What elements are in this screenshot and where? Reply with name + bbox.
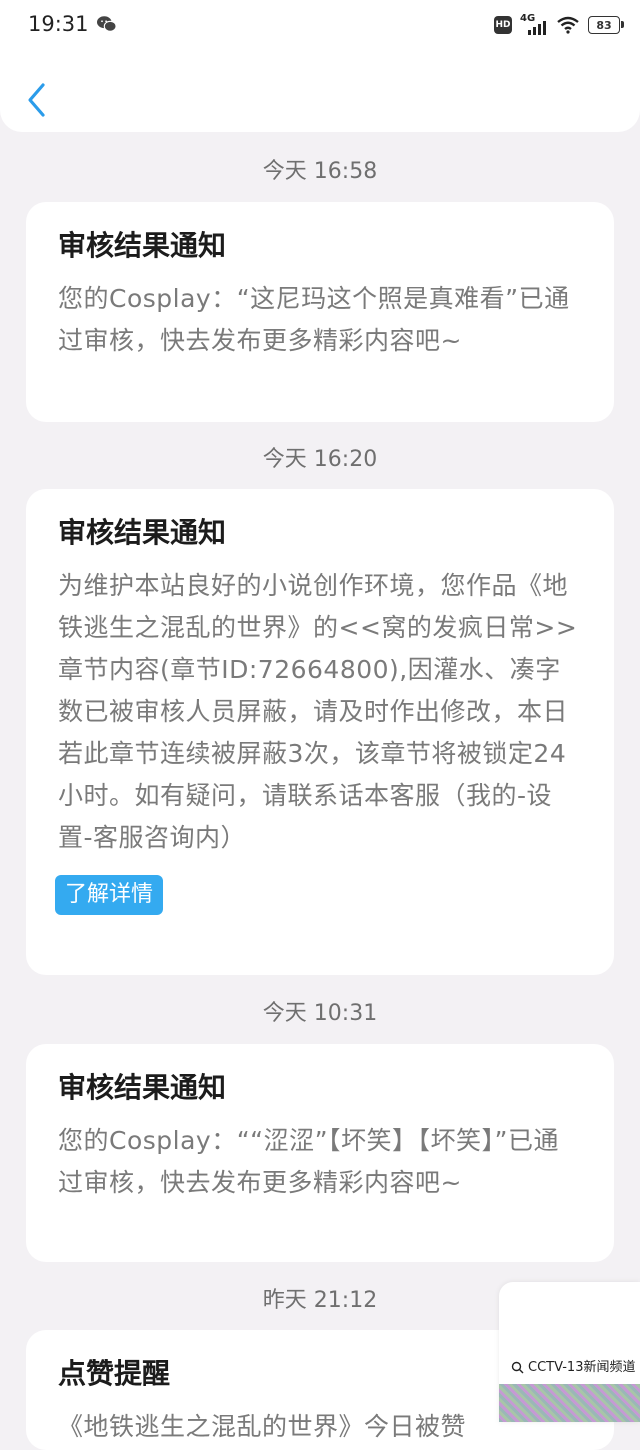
hd-icon: HD [494,16,512,34]
status-time: 19:31 [28,12,89,36]
notification-card[interactable]: 审核结果通知 您的Cosplay：““涩涩”【坏笑】【坏笑】”已通过审核，快去发… [26,1044,614,1262]
notification-body: 您的Cosplay：“这尼玛这个照是真难看”已通过审核，快去发布更多精彩内容吧~ [58,284,570,355]
nav-bar [0,46,640,132]
status-icons: HD 4G 83 [494,13,624,37]
status-bar: 19:31 HD 4G 83 [0,0,640,50]
widget-text: CCTV-13新闻频道 [528,1360,636,1375]
video-thumbnail [499,1384,640,1422]
wechat-icon [97,16,117,32]
learn-more-button[interactable]: 了解详情 [55,875,164,915]
battery-level: 83 [596,18,612,32]
wifi-icon [557,16,579,34]
notification-card[interactable]: 审核结果通知 您的Cosplay：“这尼玛这个照是真难看”已通过审核，快去发布更… [26,202,614,422]
notification-body: 您的Cosplay：““涩涩”【坏笑】【坏笑】”已通过审核，快去发布更多精彩内容… [58,1126,560,1197]
back-button[interactable] [20,80,52,120]
notification-time: 今天 16:58 [262,159,378,184]
notification-card[interactable]: 审核结果通知 为维护本站良好的小说创作环境，您作品《地铁逃生之混乱的世界》的<<… [26,489,614,975]
notification-time: 今天 16:20 [262,447,378,472]
widget-label: CCTV-13新闻频道 [511,1356,635,1375]
notification-time: 今天 10:31 [262,1001,378,1026]
notification-body: 为维护本站良好的小说创作环境，您作品《地铁逃生之混乱的世界》的<<窝的发疯日常>… [58,571,578,852]
network-type: 4G [520,13,536,24]
notification-title: 审核结果通知 [58,1071,227,1104]
floating-video-widget[interactable]: CCTV-13新闻频道 [499,1282,640,1422]
battery-icon: 83 [588,16,624,34]
chevron-left-icon [28,83,45,117]
notification-title: 审核结果通知 [58,516,227,549]
notification-title: 审核结果通知 [58,229,227,262]
signal-icon: 4G [520,13,548,35]
search-icon [511,1361,524,1374]
